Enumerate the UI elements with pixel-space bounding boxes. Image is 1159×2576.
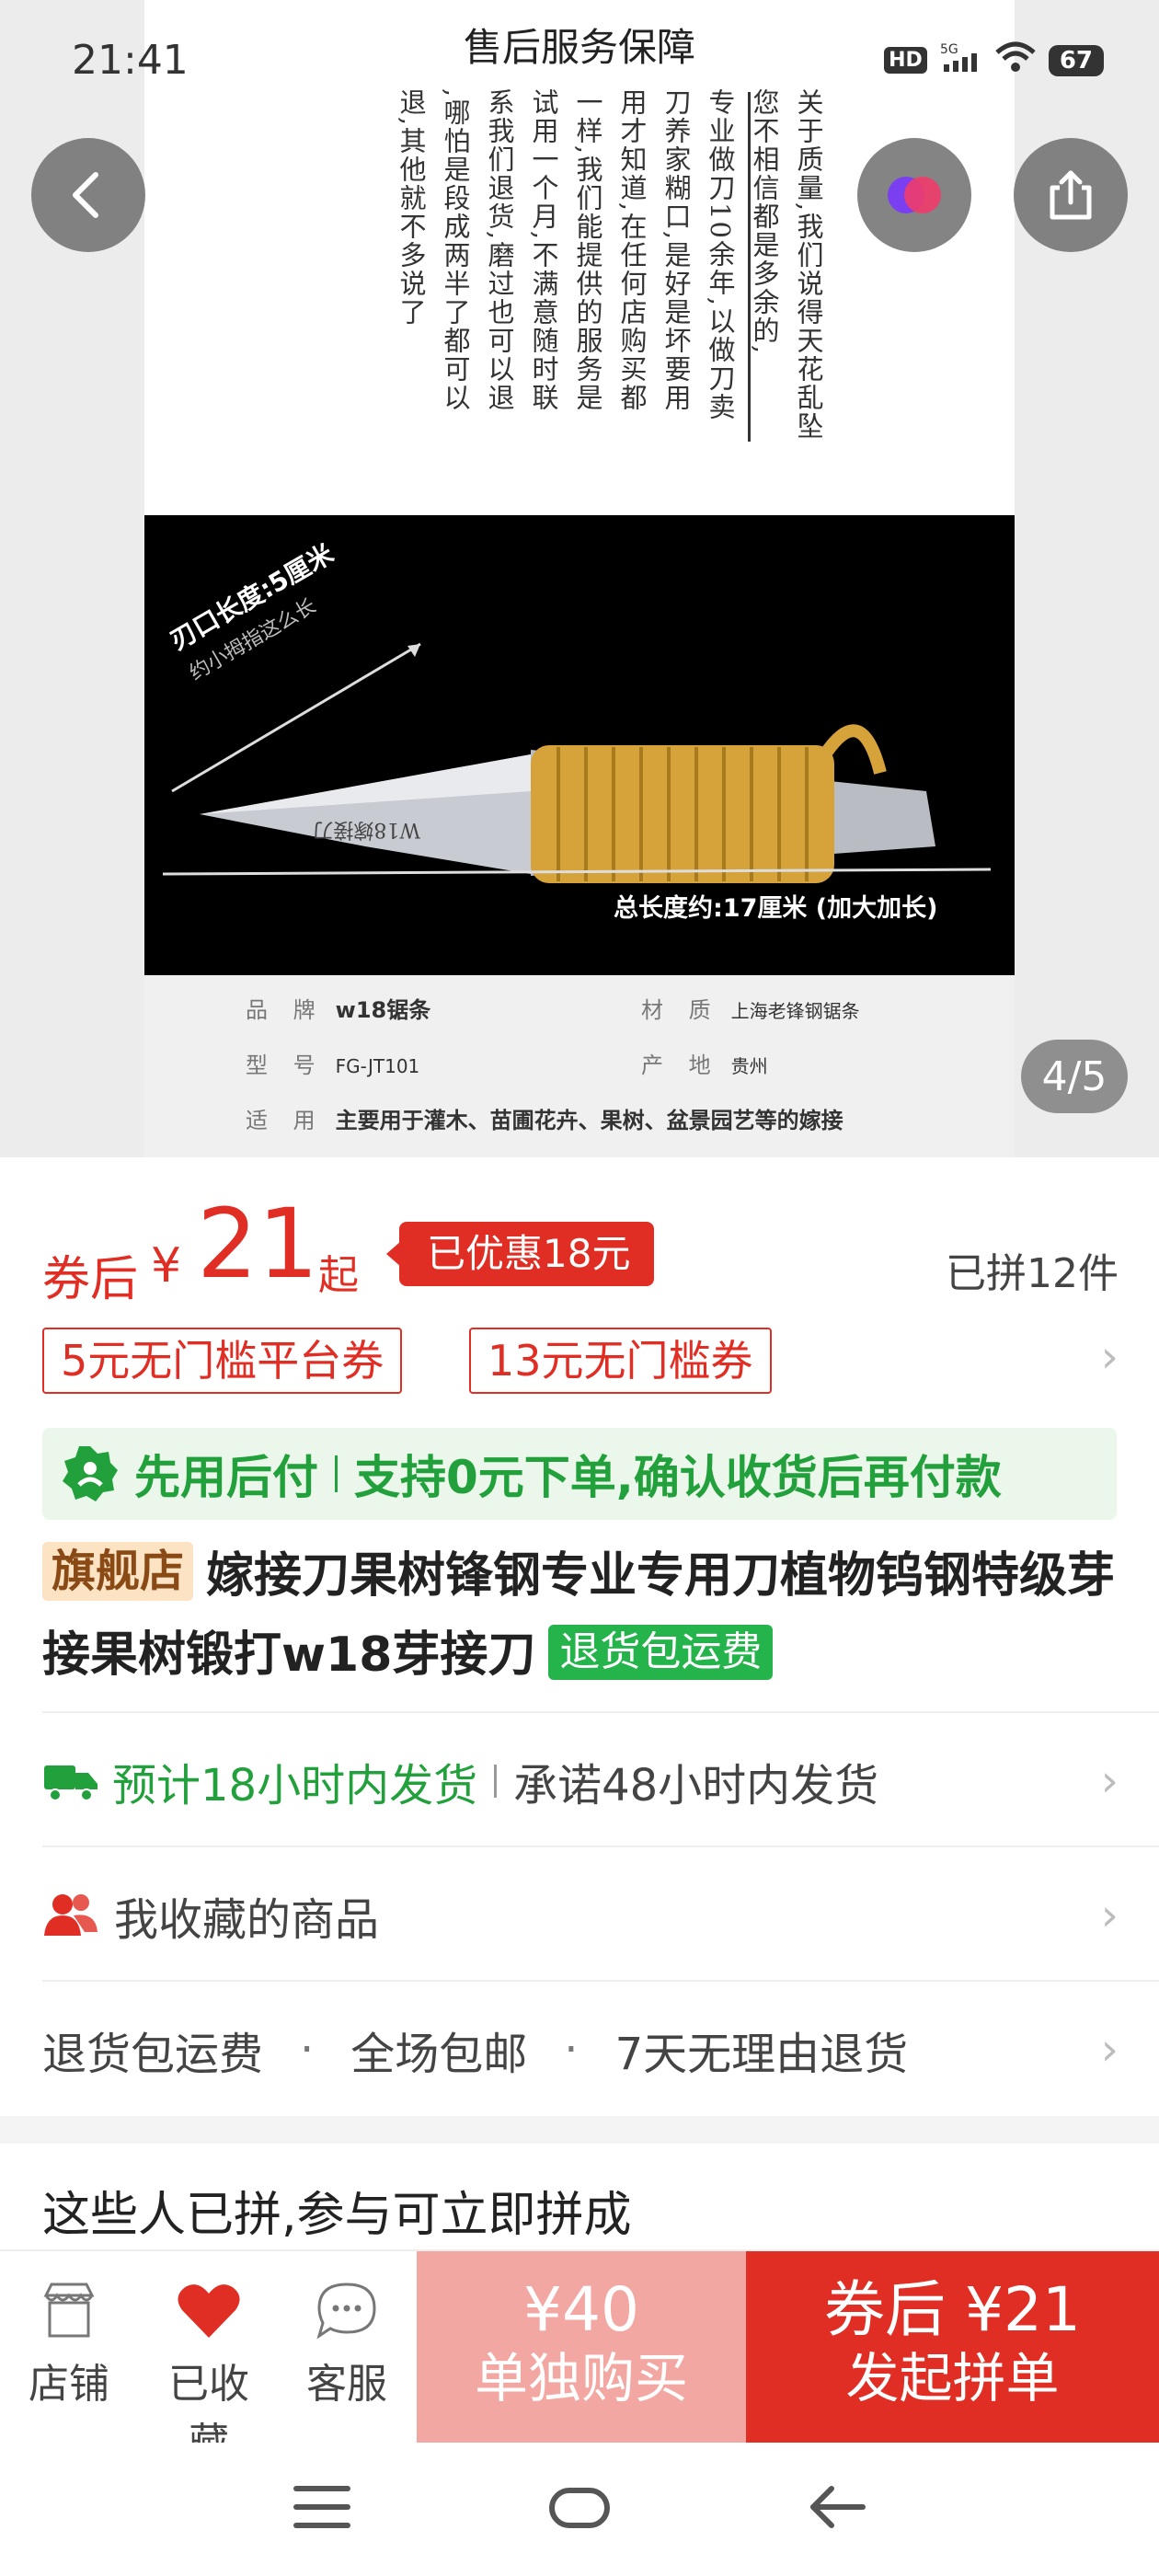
- chevron-right-icon: ›: [1100, 1755, 1119, 1807]
- shipping-row[interactable]: 预计18小时内发货 承诺48小时内发货 ›: [42, 1735, 1119, 1827]
- guarantee-item: 退货包运费: [42, 2029, 264, 2080]
- section-gap: [0, 2116, 1159, 2144]
- spec-origin: 产 地 贵州: [641, 1052, 768, 1078]
- shipping-promise: 承诺48小时内发货: [513, 1760, 879, 1811]
- separator: [335, 1455, 338, 1492]
- dot-separator: ·: [564, 2024, 579, 2076]
- group-buy-count: 已拼12件: [946, 1250, 1119, 1297]
- bottom-action-bar: 店铺 已收藏 客服 ¥40 单独购买 券后 ¥21 发起拼单: [0, 2249, 1159, 2467]
- service-text-line: 退,其他就不多说了: [396, 88, 427, 328]
- start-group-buy-button[interactable]: 券后 ¥21 发起拼单: [746, 2251, 1159, 2444]
- knife-engraving: W18嫁接刀: [313, 818, 420, 841]
- favorites-row[interactable]: 我收藏的商品 ›: [42, 1869, 1119, 1961]
- back-nav-icon[interactable]: [810, 2486, 866, 2528]
- dot-separator: ·: [300, 2024, 315, 2076]
- alone-label: 单独购买: [474, 2347, 688, 2409]
- chevron-left-icon: [73, 172, 98, 218]
- truck-icon: [44, 1765, 98, 1801]
- text-divider: [748, 92, 751, 442]
- spec-brand: 品 牌 w18锯条: [246, 997, 431, 1023]
- service-text-line: 专业做刀10余年,以做刀卖: [705, 88, 736, 422]
- shipping-estimate: 预计18小时内发货: [112, 1760, 478, 1811]
- coupon-price-prefix: 券后: [42, 1252, 139, 1307]
- overlap-circles-icon: [888, 177, 941, 213]
- total-length-label: 总长度约:17厘米 (加大加长): [614, 894, 938, 923]
- divider: [42, 1846, 1159, 1847]
- divider: [42, 1980, 1159, 1982]
- divider: [42, 1711, 1159, 1713]
- service-text-line: 关于质量,我们说得天花乱坠: [793, 88, 824, 442]
- spec-material: 材 质 上海老锋钢锯条: [641, 997, 860, 1023]
- service-text-line: ,哪怕是段成两半了都可以: [440, 88, 471, 413]
- coupon-platform[interactable]: 5元无门槛平台券: [42, 1328, 403, 1394]
- similar-items-button[interactable]: [857, 138, 971, 252]
- share-button[interactable]: [1014, 138, 1128, 252]
- spec-table: 品 牌 w18锯条 材 质 上海老锋钢锯条 型 号 FG-JT101 产 地 贵…: [144, 975, 1015, 1157]
- discount-badge: 已优惠18元: [385, 1222, 655, 1286]
- signal-icon: 5G: [940, 40, 982, 80]
- share-icon: [1050, 170, 1092, 220]
- service-text-line: 系我们退货,磨过也可以退: [484, 88, 515, 413]
- currency-symbol: ¥: [151, 1238, 182, 1294]
- pay-later-label: 先用后付: [134, 1451, 318, 1504]
- hd-icon: HD: [884, 47, 927, 74]
- battery-icon: 67: [1048, 44, 1104, 76]
- coupon-row[interactable]: 5元无门槛平台券 13元无门槛券 ›: [42, 1328, 1119, 1394]
- separator: [494, 1765, 498, 1798]
- back-button[interactable]: [31, 138, 145, 252]
- guarantee-item: 全场包邮: [350, 2029, 528, 2080]
- flagship-store-tag: 旗舰店: [42, 1542, 194, 1601]
- pay-later-desc: 支持0元下单,确认收货后再付款: [354, 1451, 1002, 1504]
- product-image-gallery[interactable]: 售后服务保障 关于质量,我们说得天花乱坠 您不相信都是多余的, 专业做刀10余年…: [0, 0, 1159, 1157]
- group-label: 发起拼单: [845, 2347, 1060, 2409]
- service-text-line: 试用一个月,不满意随时联: [528, 88, 559, 413]
- users-icon: [44, 1894, 98, 1936]
- pay-later-banner[interactable]: 先用后付 支持0元下单,确认收货后再付款: [42, 1428, 1117, 1520]
- status-time: 21:41: [72, 37, 189, 84]
- price-value: 21: [197, 1188, 319, 1300]
- buy-alone-button[interactable]: ¥40 单独购买: [417, 2251, 746, 2444]
- service-text-line: 用才知道,在任何店购买都: [616, 88, 648, 413]
- free-return-tag: 退货包运费: [548, 1625, 774, 1680]
- svg-text:5G: 5G: [940, 42, 958, 57]
- store-button[interactable]: 店铺: [9, 2279, 129, 2409]
- coupon-store[interactable]: 13元无门槛券: [469, 1328, 772, 1394]
- spec-usage: 适 用 主要用于灌木、苗圃花卉、果树、盆景园艺等的嫁接: [246, 1108, 843, 1133]
- chat-icon: [316, 2283, 376, 2340]
- spec-model: 型 号 FG-JT101: [246, 1052, 420, 1078]
- chevron-right-icon: ›: [1100, 1331, 1119, 1383]
- pay-later-badge-icon: [63, 1446, 118, 1501]
- joined-section-title: 这些人已拼,参与可立即拼成: [42, 2188, 632, 2243]
- price-row: 券后 ¥ 21 起 已优惠18元 已拼12件: [42, 1196, 1119, 1307]
- chevron-right-icon: ›: [1100, 1890, 1119, 1941]
- rope-wrap: [531, 745, 834, 883]
- service-guarantee-text: 关于质量,我们说得天花乱坠 您不相信都是多余的, 专业做刀10余年,以做刀卖 刀…: [389, 88, 831, 475]
- knife-photo: W18嫁接刀 刃口长度:5厘米 约小拇指这么长 总长度约:17厘米 (加大加长): [144, 515, 1015, 975]
- customer-service-button[interactable]: 客服: [287, 2279, 407, 2409]
- price-suffix: 起: [318, 1252, 359, 1299]
- service-text-line: 刀养家糊口,是好是坏要用: [660, 88, 692, 413]
- product-title: 旗舰店 嫁接刀果树锋钢专业专用刀植物钨钢特级芽接果树锻打w18芽接刀 退货包运费: [42, 1536, 1119, 1695]
- home-icon[interactable]: [549, 2488, 610, 2528]
- image-page-indicator: 4/5: [1021, 1040, 1128, 1113]
- system-nav-bar: [0, 2443, 1159, 2576]
- alone-price: ¥40: [523, 2274, 639, 2345]
- favorites-label: 我收藏的商品: [114, 1894, 380, 1946]
- menu-icon[interactable]: [293, 2486, 350, 2528]
- guarantee-item: 7天无理由退货: [614, 2029, 909, 2080]
- group-price: 券后 ¥21: [824, 2274, 1081, 2345]
- wifi-icon: [995, 41, 1036, 79]
- chevron-right-icon: ›: [1100, 2024, 1119, 2076]
- status-icons: HD 5G 67: [884, 40, 1104, 80]
- guarantee-row[interactable]: 退货包运费 · 全场包邮 · 7天无理由退货 ›: [42, 2004, 1119, 2096]
- store-icon: [43, 2283, 95, 2338]
- heart-icon: [178, 2284, 240, 2338]
- favorite-button[interactable]: 已收藏: [149, 2279, 269, 2468]
- service-text-line: 一样,我们能提供的服务是: [572, 88, 603, 413]
